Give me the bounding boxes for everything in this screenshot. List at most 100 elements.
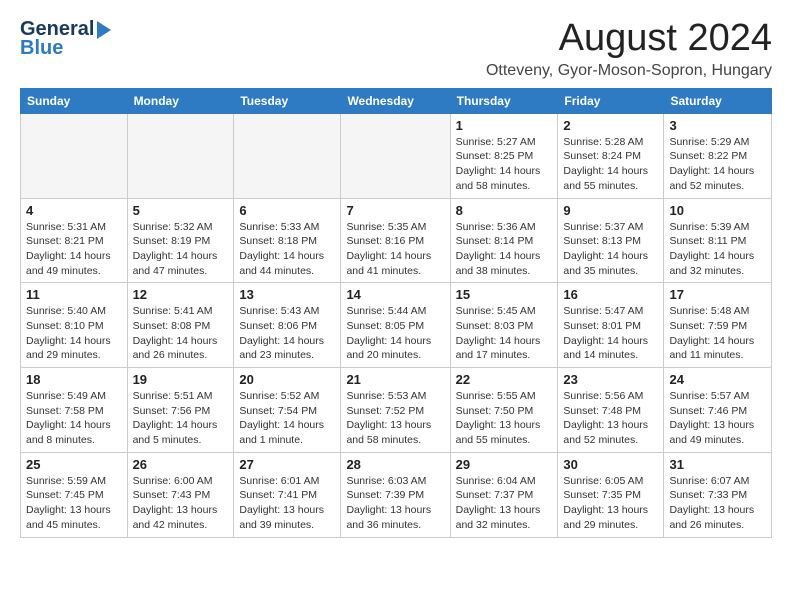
- calendar-cell-w4-d2: 20 Sunrise: 5:52 AM Sunset: 7:54 PM Dayli…: [234, 368, 341, 453]
- day-info: Sunrise: 5:56 AM Sunset: 7:48 PM Dayligh…: [563, 389, 658, 448]
- calendar-cell-w3-d6: 17 Sunrise: 5:48 AM Sunset: 7:59 PM Dayli…: [664, 283, 772, 368]
- day-number: 8: [456, 203, 553, 218]
- day-info: Sunrise: 5:29 AM Sunset: 8:22 PM Dayligh…: [669, 135, 766, 194]
- calendar-cell-w2-d1: 5Sunrise: 5:32 AM Sunset: 8:19 PM Daylig…: [127, 198, 234, 283]
- calendar-cell-w1-d4: 1 Sunrise: 5:27 AM Sunset: 8:25 PM Daylig…: [450, 113, 558, 198]
- location-subtitle: Otteveny, Gyor-Moson-Sopron, Hungary: [486, 62, 772, 80]
- day-number: 21: [346, 372, 444, 387]
- calendar-week-2: 4 Sunrise: 5:31 AM Sunset: 8:21 PM Daylig…: [21, 198, 772, 283]
- day-number: 30: [563, 457, 658, 472]
- day-info: Sunrise: 5:45 AM Sunset: 8:03 PM Dayligh…: [456, 304, 553, 363]
- day-info: Sunrise: 5:44 AM Sunset: 8:05 PM Dayligh…: [346, 304, 444, 363]
- month-title: August 2024: [486, 18, 772, 60]
- calendar-header-row: Sunday Monday Tuesday Wednesday Thursday…: [21, 88, 772, 113]
- col-monday: Monday: [127, 88, 234, 113]
- day-number: 4: [26, 203, 122, 218]
- col-wednesday: Wednesday: [341, 88, 450, 113]
- calendar-cell-w5-d1: 26 Sunrise: 6:00 AM Sunset: 7:43 PM Dayli…: [127, 452, 234, 537]
- title-area: August 2024 Otteveny, Gyor-Moson-Sopron,…: [486, 18, 772, 80]
- day-info: Sunrise: 5:47 AM Sunset: 8:01 PM Dayligh…: [563, 304, 658, 363]
- header: General Blue August 2024 Otteveny, Gyor-…: [20, 18, 772, 80]
- day-info: Sunrise: 5:32 AM Sunset: 8:19 PM Dayligh…: [133, 220, 229, 279]
- col-thursday: Thursday: [450, 88, 558, 113]
- day-number: 6: [239, 203, 335, 218]
- calendar-cell-w3-d3: 14 Sunrise: 5:44 AM Sunset: 8:05 PM Dayli…: [341, 283, 450, 368]
- day-info: Sunrise: 5:37 AM Sunset: 8:13 PM Dayligh…: [563, 220, 658, 279]
- day-number: 7: [346, 203, 444, 218]
- calendar-cell-w4-d1: 19Sunrise: 5:51 AM Sunset: 7:56 PM Dayli…: [127, 368, 234, 453]
- day-info: Sunrise: 5:31 AM Sunset: 8:21 PM Dayligh…: [26, 220, 122, 279]
- calendar-cell-w1-d1: [127, 113, 234, 198]
- calendar-week-4: 18 Sunrise: 5:49 AM Sunset: 7:58 PM Dayli…: [21, 368, 772, 453]
- day-info: Sunrise: 5:33 AM Sunset: 8:18 PM Dayligh…: [239, 220, 335, 279]
- calendar-cell-w3-d0: 11 Sunrise: 5:40 AM Sunset: 8:10 PM Dayli…: [21, 283, 128, 368]
- day-number: 31: [669, 457, 766, 472]
- day-number: 17: [669, 287, 766, 302]
- calendar-cell-w4-d6: 24 Sunrise: 5:57 AM Sunset: 7:46 PM Dayli…: [664, 368, 772, 453]
- calendar-cell-w5-d5: 30 Sunrise: 6:05 AM Sunset: 7:35 PM Dayli…: [558, 452, 664, 537]
- day-number: 28: [346, 457, 444, 472]
- day-number: 3: [669, 118, 766, 133]
- day-info: Sunrise: 6:07 AM Sunset: 7:33 PM Dayligh…: [669, 474, 766, 533]
- day-info: Sunrise: 6:03 AM Sunset: 7:39 PM Dayligh…: [346, 474, 444, 533]
- day-info: Sunrise: 5:57 AM Sunset: 7:46 PM Dayligh…: [669, 389, 766, 448]
- day-info: Sunrise: 5:52 AM Sunset: 7:54 PM Dayligh…: [239, 389, 335, 448]
- calendar-week-5: 25 Sunrise: 5:59 AM Sunset: 7:45 PM Dayli…: [21, 452, 772, 537]
- calendar-cell-w2-d3: 7Sunrise: 5:35 AM Sunset: 8:16 PM Daylig…: [341, 198, 450, 283]
- day-info: Sunrise: 5:41 AM Sunset: 8:08 PM Dayligh…: [133, 304, 229, 363]
- day-info: Sunrise: 5:40 AM Sunset: 8:10 PM Dayligh…: [26, 304, 122, 363]
- calendar-cell-w1-d6: 3 Sunrise: 5:29 AM Sunset: 8:22 PM Daylig…: [664, 113, 772, 198]
- calendar-table: Sunday Monday Tuesday Wednesday Thursday…: [20, 88, 772, 538]
- calendar-week-1: 1 Sunrise: 5:27 AM Sunset: 8:25 PM Daylig…: [21, 113, 772, 198]
- calendar-cell-w5-d4: 29Sunrise: 6:04 AM Sunset: 7:37 PM Dayli…: [450, 452, 558, 537]
- day-number: 1: [456, 118, 553, 133]
- day-info: Sunrise: 5:39 AM Sunset: 8:11 PM Dayligh…: [669, 220, 766, 279]
- calendar-cell-w4-d4: 22 Sunrise: 5:55 AM Sunset: 7:50 PM Dayli…: [450, 368, 558, 453]
- day-info: Sunrise: 6:00 AM Sunset: 7:43 PM Dayligh…: [133, 474, 229, 533]
- day-number: 11: [26, 287, 122, 302]
- day-info: Sunrise: 5:27 AM Sunset: 8:25 PM Dayligh…: [456, 135, 553, 194]
- day-number: 20: [239, 372, 335, 387]
- col-tuesday: Tuesday: [234, 88, 341, 113]
- day-number: 26: [133, 457, 229, 472]
- calendar-cell-w2-d5: 9Sunrise: 5:37 AM Sunset: 8:13 PM Daylig…: [558, 198, 664, 283]
- day-info: Sunrise: 5:59 AM Sunset: 7:45 PM Dayligh…: [26, 474, 122, 533]
- day-number: 16: [563, 287, 658, 302]
- day-number: 27: [239, 457, 335, 472]
- calendar-cell-w1-d0: [21, 113, 128, 198]
- day-number: 10: [669, 203, 766, 218]
- day-info: Sunrise: 6:05 AM Sunset: 7:35 PM Dayligh…: [563, 474, 658, 533]
- day-number: 24: [669, 372, 766, 387]
- day-info: Sunrise: 6:01 AM Sunset: 7:41 PM Dayligh…: [239, 474, 335, 533]
- col-saturday: Saturday: [664, 88, 772, 113]
- calendar-cell-w2-d6: 10 Sunrise: 5:39 AM Sunset: 8:11 PM Dayli…: [664, 198, 772, 283]
- day-info: Sunrise: 5:49 AM Sunset: 7:58 PM Dayligh…: [26, 389, 122, 448]
- day-number: 2: [563, 118, 658, 133]
- day-number: 14: [346, 287, 444, 302]
- day-number: 18: [26, 372, 122, 387]
- day-number: 15: [456, 287, 553, 302]
- logo-blue: Blue: [20, 37, 63, 60]
- calendar-cell-w1-d5: 2Sunrise: 5:28 AM Sunset: 8:24 PM Daylig…: [558, 113, 664, 198]
- calendar-cell-w3-d5: 16 Sunrise: 5:47 AM Sunset: 8:01 PM Dayli…: [558, 283, 664, 368]
- page: General Blue August 2024 Otteveny, Gyor-…: [0, 0, 792, 548]
- day-info: Sunrise: 5:55 AM Sunset: 7:50 PM Dayligh…: [456, 389, 553, 448]
- calendar-cell-w4-d5: 23 Sunrise: 5:56 AM Sunset: 7:48 PM Dayli…: [558, 368, 664, 453]
- day-info: Sunrise: 5:48 AM Sunset: 7:59 PM Dayligh…: [669, 304, 766, 363]
- calendar-cell-w1-d2: [234, 113, 341, 198]
- calendar-week-3: 11 Sunrise: 5:40 AM Sunset: 8:10 PM Dayli…: [21, 283, 772, 368]
- day-number: 25: [26, 457, 122, 472]
- day-info: Sunrise: 5:43 AM Sunset: 8:06 PM Dayligh…: [239, 304, 335, 363]
- calendar-cell-w3-d4: 15 Sunrise: 5:45 AM Sunset: 8:03 PM Dayli…: [450, 283, 558, 368]
- calendar-cell-w3-d2: 13Sunrise: 5:43 AM Sunset: 8:06 PM Dayli…: [234, 283, 341, 368]
- calendar-cell-w5-d3: 28 Sunrise: 6:03 AM Sunset: 7:39 PM Dayli…: [341, 452, 450, 537]
- calendar-cell-w4-d3: 21Sunrise: 5:53 AM Sunset: 7:52 PM Dayli…: [341, 368, 450, 453]
- day-info: Sunrise: 5:51 AM Sunset: 7:56 PM Dayligh…: [133, 389, 229, 448]
- calendar-cell-w2-d2: 6 Sunrise: 5:33 AM Sunset: 8:18 PM Daylig…: [234, 198, 341, 283]
- calendar-cell-w2-d0: 4 Sunrise: 5:31 AM Sunset: 8:21 PM Daylig…: [21, 198, 128, 283]
- day-number: 23: [563, 372, 658, 387]
- day-number: 22: [456, 372, 553, 387]
- day-info: Sunrise: 5:36 AM Sunset: 8:14 PM Dayligh…: [456, 220, 553, 279]
- calendar-cell-w2-d4: 8 Sunrise: 5:36 AM Sunset: 8:14 PM Daylig…: [450, 198, 558, 283]
- calendar-cell-w1-d3: [341, 113, 450, 198]
